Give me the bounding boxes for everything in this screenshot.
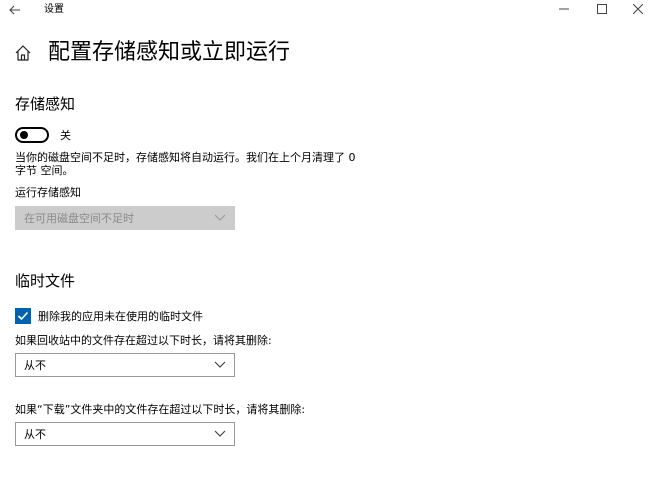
home-icon (15, 45, 31, 61)
minimize-button[interactable] (546, 0, 582, 18)
storage-sense-toggle[interactable] (15, 127, 49, 143)
storage-sense-description-line2: 字节 空间。 (15, 164, 74, 177)
delete-temp-files-label: 删除我的应用未在使用的临时文件 (38, 310, 203, 323)
run-storage-sense-label: 运行存储感知 (15, 186, 81, 199)
close-icon (633, 4, 643, 14)
checkmark-icon (17, 311, 29, 321)
minimize-icon (559, 8, 569, 10)
window-title: 设置 (44, 4, 64, 15)
run-storage-sense-value: 在可用磁盘空间不足时 (24, 212, 134, 225)
downloads-label: 如果“下载”文件夹中的文件存在超过以下时长，请将其删除: (15, 403, 306, 416)
maximize-button[interactable] (584, 0, 620, 18)
chevron-down-icon (214, 214, 226, 221)
back-arrow-icon (9, 5, 20, 15)
downloads-dropdown[interactable]: 从不 (15, 422, 235, 446)
recycle-bin-dropdown[interactable]: 从不 (15, 353, 235, 377)
toggle-state-label: 关 (60, 129, 71, 142)
temp-files-heading: 临时文件 (15, 272, 76, 290)
chevron-down-icon (214, 430, 226, 437)
recycle-bin-label: 如果回收站中的文件存在超过以下时长，请将其删除: (15, 334, 272, 347)
delete-temp-files-checkbox[interactable] (15, 308, 31, 324)
run-storage-sense-dropdown[interactable]: 在可用磁盘空间不足时 (15, 206, 235, 230)
recycle-bin-value: 从不 (24, 359, 46, 372)
maximize-icon (597, 4, 607, 14)
toggle-knob (20, 131, 28, 139)
page-title: 配置存储感知或立即运行 (48, 40, 291, 65)
back-button[interactable] (8, 2, 26, 16)
storage-sense-description-line1: 当你的磁盘空间不足时，存储感知将自动运行。我们在上个月清理了 0 (15, 151, 356, 164)
storage-sense-heading: 存储感知 (15, 95, 76, 113)
chevron-down-icon (214, 361, 226, 368)
downloads-value: 从不 (24, 428, 46, 441)
home-button[interactable] (14, 44, 32, 62)
close-button[interactable] (620, 0, 650, 18)
